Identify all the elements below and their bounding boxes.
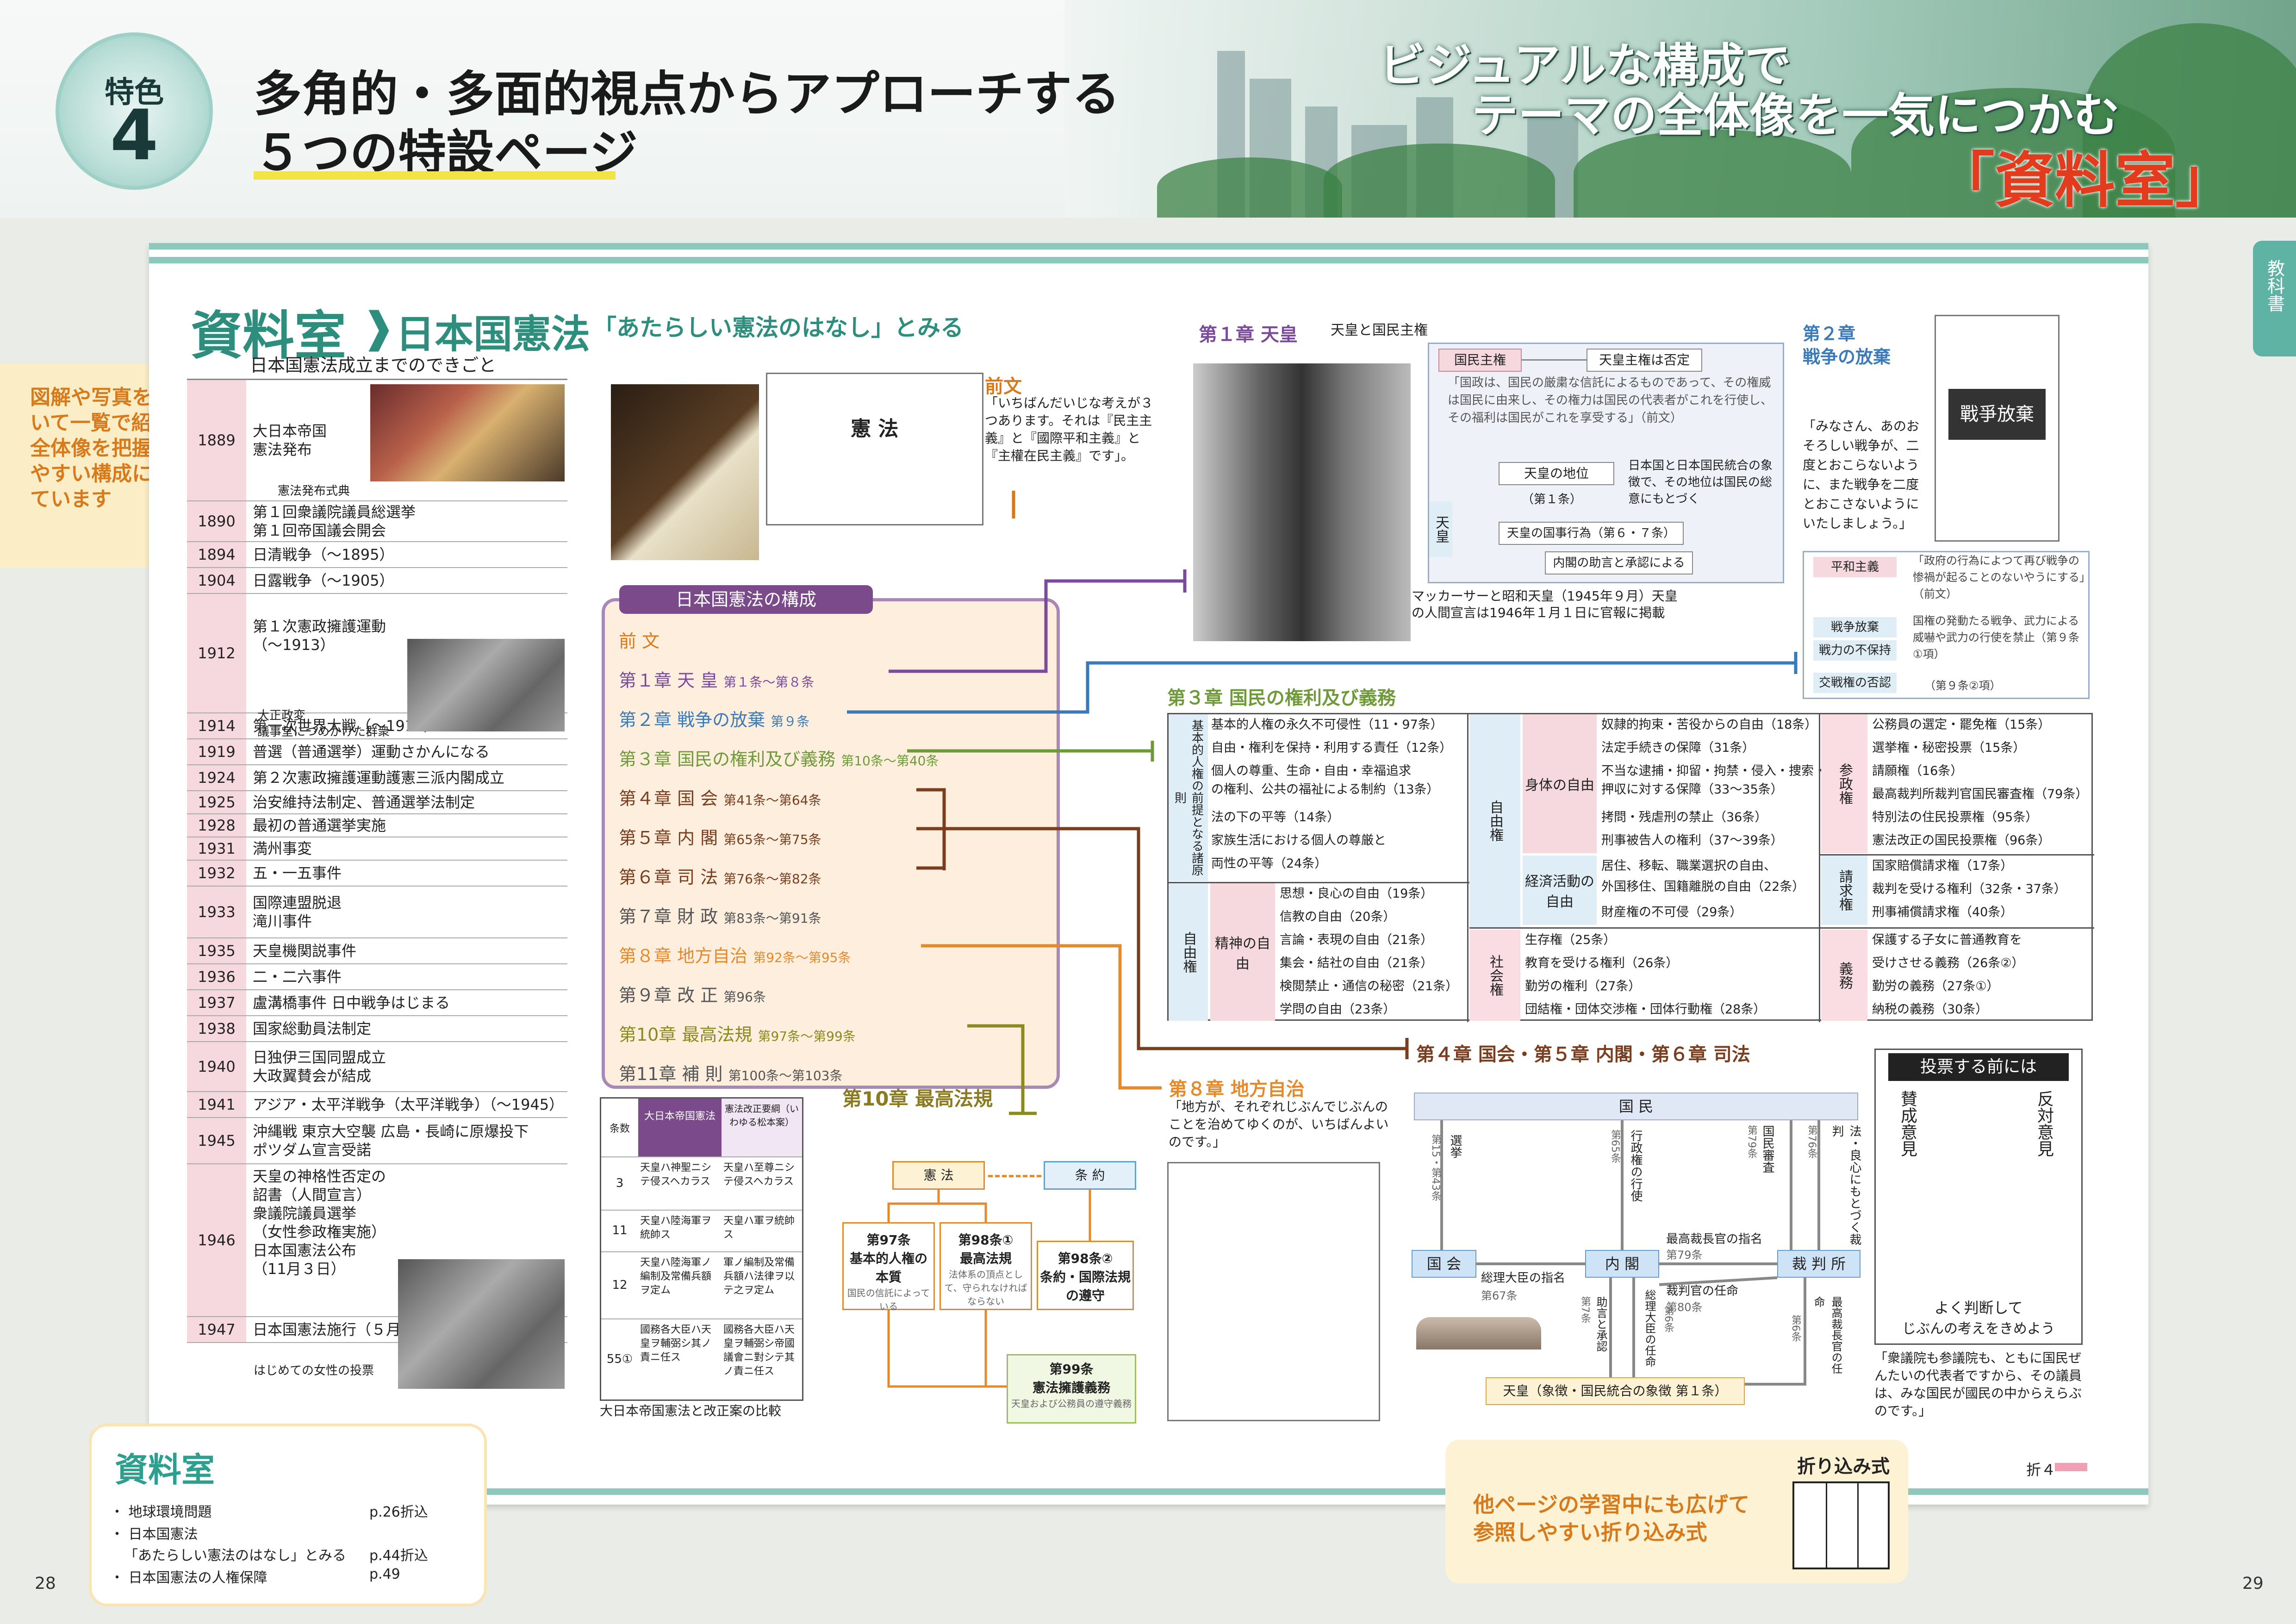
fold-marker bbox=[2055, 1463, 2087, 1471]
senkyo-art: 第15・第43条 bbox=[1430, 1134, 1441, 1201]
local-autonomy-illustration bbox=[1167, 1162, 1380, 1421]
foldout-box: 折り込み式 他ページの学習中にも広げて 参照しやすい折り込み式 bbox=[1445, 1440, 1908, 1583]
josho-art: 第7条 bbox=[1579, 1296, 1591, 1323]
ryoshin-art: 第76条 bbox=[1806, 1125, 1817, 1158]
resource-label: ・ 日本国憲法の人権保障 bbox=[110, 1570, 268, 1586]
resource-item[interactable]: ・ 地球環境問題 p.26折込 bbox=[110, 1500, 428, 1521]
sori-ninmei-label: 総理大臣の任命 bbox=[1643, 1289, 1656, 1367]
resource-label: 「あたらしい憲法のはなし」とみる bbox=[124, 1548, 346, 1564]
resource-page: p.49 bbox=[369, 1566, 400, 1582]
ch8-heading: 第８章 地方自治 bbox=[1169, 1079, 1305, 1100]
resource-item[interactable]: ・ 日本国憲法 bbox=[110, 1523, 198, 1543]
foldout-title: 折り込み式 bbox=[1797, 1456, 1890, 1477]
kokumin-shinsa-art: 第79条 bbox=[1746, 1125, 1757, 1158]
resources-title: 資料室 bbox=[115, 1450, 215, 1489]
resource-page: p.44折込 bbox=[369, 1548, 428, 1564]
page-number-right: 29 bbox=[2242, 1574, 2264, 1593]
cartoon-top: 投票する前には bbox=[1888, 1053, 2069, 1081]
resource-label: ・ 日本国憲法 bbox=[110, 1526, 198, 1543]
cartoon-bottom2: じぶんの考えをきめよう bbox=[1902, 1321, 2055, 1337]
resources-box: 資料室 ・ 地球環境問題 p.26折込 ・ 日本国憲法 「あたらしい憲法のはなし」… bbox=[89, 1424, 487, 1606]
saiko-ninmei-art: 第6条 bbox=[1790, 1315, 1801, 1342]
saikocho-label: 最高裁長官の指名 bbox=[1666, 1232, 1763, 1246]
resource-item[interactable]: 「あたらしい憲法のはなし」とみる p.44折込 bbox=[124, 1544, 428, 1564]
cartoon-right: 反対意見 bbox=[2035, 1090, 2053, 1157]
gyosei-label: 行政権の行使 bbox=[1629, 1130, 1643, 1202]
foldout-text: 他ページの学習中にも広げて 参照しやすい折り込み式 bbox=[1473, 1491, 1749, 1546]
shimei-label: 総理大臣の指名 bbox=[1481, 1271, 1566, 1285]
resource-item[interactable]: ・ 日本国憲法の人権保障 p.49 bbox=[110, 1566, 400, 1587]
foldout-text-line: 参照しやすい折り込み式 bbox=[1473, 1520, 1707, 1545]
resource-label: ・ 地球環境問題 bbox=[110, 1504, 212, 1520]
ninmei-label: 裁判官の任命 bbox=[1666, 1284, 1739, 1298]
kokumin-shinsa-label: 国民審査 bbox=[1761, 1125, 1774, 1173]
foldout-text-line: 他ページの学習中にも広げて bbox=[1473, 1492, 1750, 1517]
josho-label: 助言と承認 bbox=[1594, 1296, 1607, 1352]
cartoon-left: 賛成意見 bbox=[1898, 1090, 1917, 1157]
sori-ninmei-art: 第6条 bbox=[1662, 1305, 1674, 1332]
ryoshin-label: 法・良心にもとづく裁判 bbox=[1830, 1125, 1861, 1245]
page-number-left: 28 bbox=[35, 1574, 56, 1593]
senkyo-label: 選挙 bbox=[1448, 1134, 1462, 1158]
resource-page: p.26折込 bbox=[369, 1504, 428, 1520]
foldout-book-icon bbox=[1792, 1481, 1890, 1569]
saikocho-art: 第79条 bbox=[1666, 1249, 1703, 1262]
fold-label: 折４ bbox=[2026, 1461, 2056, 1479]
gyosei-art: 第65条 bbox=[1609, 1130, 1621, 1163]
ch8-quote: 「地方が、それぞれじぶんでじぶんのことを治めてゆくのが、いちばんよいのです。」 bbox=[1169, 1099, 1389, 1149]
cartoon-bottom1: よく判断して bbox=[1934, 1299, 2023, 1317]
shimei-art: 第67条 bbox=[1481, 1289, 1518, 1302]
cartoon-quote: 「衆議院も参議院も、ともに国民ぜんたいの代表者ですから、その議員は、みな国民が國… bbox=[1874, 1350, 2082, 1418]
saiko-ninmei-label: 最高裁長官の任命 bbox=[1812, 1296, 1842, 1374]
